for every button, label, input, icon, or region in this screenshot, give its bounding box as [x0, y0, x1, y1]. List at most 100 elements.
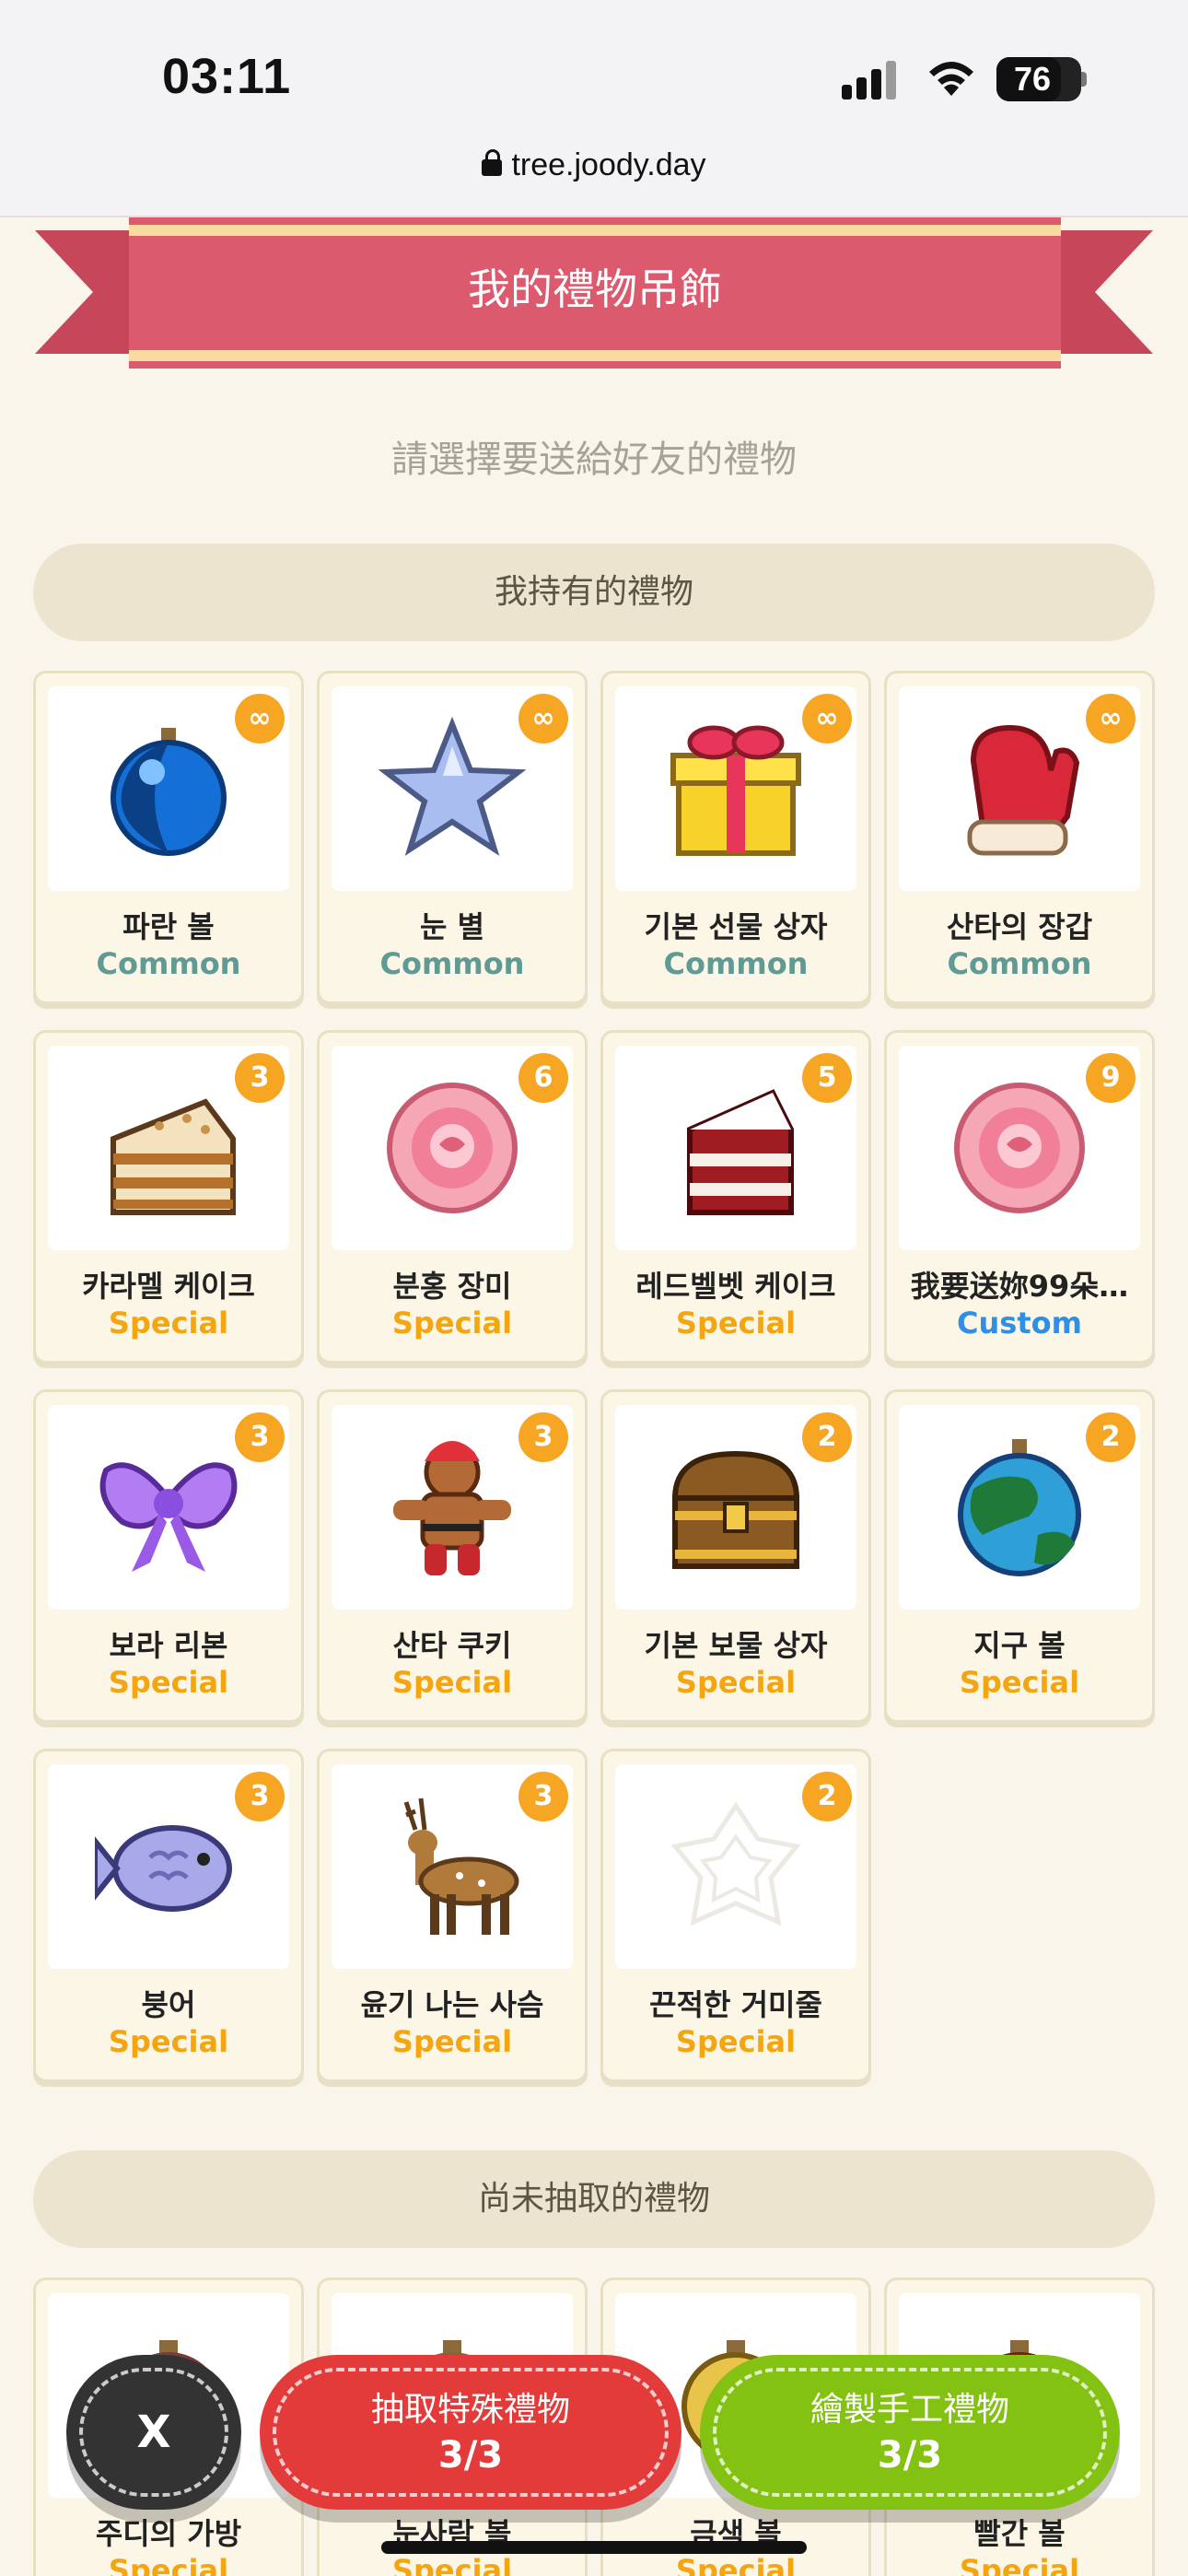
screen: 03:11 76 tree.joody.day 我的禮物吊飾 請選擇要送給好友的… — [0, 0, 1188, 2576]
gift-rarity: Special — [391, 1665, 513, 1700]
gift-name: 카라멜 케이크 — [82, 1269, 255, 1304]
red-velvet-cake-icon — [687, 1089, 794, 1215]
gift-card[interactable]: 3 윤기 나는 사슴 Special — [317, 1749, 588, 2082]
gift-rarity: Special — [675, 1306, 797, 1341]
gift-rarity: Special — [391, 2553, 513, 2576]
snow-star-icon — [379, 716, 526, 857]
status-time: 03:11 — [162, 49, 292, 104]
gift-rarity: Special — [675, 2553, 797, 2576]
gift-name: 붕어 — [141, 1987, 196, 2022]
address-bar[interactable]: tree.joody.day — [0, 147, 1188, 183]
draw-special-label: 抽取特殊禮物 — [370, 2391, 570, 2429]
gift-card[interactable]: ∞ 파란 볼 Common — [33, 671, 304, 1004]
draw-special-count: 3/3 — [437, 2434, 504, 2476]
gift-name: 눈 별 — [419, 909, 485, 944]
wifi-icon — [929, 62, 973, 96]
gift-name: 기본 보물 상자 — [644, 1628, 828, 1663]
gift-count-badge: 9 — [1086, 1053, 1136, 1103]
gift-count-badge: 3 — [235, 1412, 285, 1462]
gift-count-badge: 2 — [802, 1772, 852, 1821]
gift-box-icon — [670, 725, 801, 856]
gift-name: 我要送妳99朵… — [910, 1269, 1129, 1304]
gift-card[interactable]: 3 붕어 Special — [33, 1749, 304, 2082]
gift-count-badge: ∞ — [518, 694, 568, 744]
gift-card[interactable]: 2 지구 볼 Special — [884, 1389, 1155, 1723]
gift-name: 빨간 볼 — [973, 2516, 1066, 2551]
gift-name: 주디의 가방 — [95, 2516, 242, 2551]
gift-rarity: Special — [959, 1665, 1080, 1700]
pink-rose-icon — [954, 1083, 1085, 1213]
cellular-signal-icon — [842, 59, 899, 100]
craft-label: 繪製手工禮物 — [809, 2391, 1009, 2429]
gift-rarity: Common — [947, 946, 1092, 981]
gift-name: 산타 쿠키 — [392, 1628, 512, 1663]
santa-mitten-icon — [967, 724, 1080, 856]
close-icon: X — [136, 2406, 171, 2458]
gift-count-badge: ∞ — [235, 694, 285, 744]
gift-rarity: Common — [96, 946, 241, 981]
gift-card[interactable]: ∞ 눈 별 Common — [317, 671, 588, 1004]
draw-special-gift-button[interactable]: 抽取特殊禮物 3/3 — [260, 2355, 681, 2510]
gift-rarity: Custom — [957, 1306, 1082, 1341]
title-banner: 我的禮物吊飾 — [129, 217, 1061, 369]
battery-icon: 76 — [996, 57, 1087, 101]
gift-count-badge: 5 — [802, 1053, 852, 1103]
caramel-cake-icon — [111, 1098, 236, 1215]
gift-rarity: Common — [379, 946, 525, 981]
browser-status-bar: 03:11 76 tree.joody.day — [0, 0, 1188, 217]
gift-card[interactable]: 9 我要送妳99朵… Custom — [884, 1030, 1155, 1364]
gift-rarity: Special — [391, 1306, 513, 1341]
gift-count-badge: 2 — [802, 1412, 852, 1462]
pink-rose-icon — [387, 1083, 518, 1213]
owned-gifts-header: 我持有的禮物 — [33, 544, 1155, 641]
gingerbread-cookie-icon — [393, 1441, 511, 1575]
page-title: 我的禮物吊飾 — [468, 264, 722, 314]
treasure-chest-icon — [671, 1450, 800, 1569]
gift-card[interactable]: 6 분홍 장미 Special — [317, 1030, 588, 1364]
gift-name: 산타의 장갑 — [946, 909, 1093, 944]
gift-count-badge: 3 — [235, 1053, 285, 1103]
gift-card[interactable]: 2 기본 보물 상자 Special — [600, 1389, 871, 1723]
gift-name: 분홍 장미 — [392, 1269, 512, 1304]
gift-card[interactable]: 5 레드벨벳 케이크 Special — [600, 1030, 871, 1364]
fish-bread-icon — [95, 1825, 232, 1912]
gift-rarity: Special — [675, 2024, 797, 2059]
gift-count-badge: ∞ — [802, 694, 852, 744]
gift-card[interactable]: 2 끈적한 거미줄 Special — [600, 1749, 871, 2082]
gift-name: 보라 리본 — [109, 1628, 228, 1663]
gift-rarity: Special — [391, 2024, 513, 2059]
gift-count-badge: 3 — [518, 1772, 568, 1821]
gift-card[interactable]: 3 카라멜 케이크 Special — [33, 1030, 304, 1364]
craft-gift-button[interactable]: 繪製手工禮物 3/3 — [700, 2355, 1120, 2510]
blue-ornament-icon — [111, 728, 227, 856]
purple-ribbon-icon — [99, 1462, 238, 1572]
gift-rarity: Special — [108, 1665, 229, 1700]
spider-web-icon — [670, 1801, 801, 1926]
gift-rarity: Special — [959, 2553, 1080, 2576]
gift-name: 끈적한 거미줄 — [649, 1987, 822, 2022]
gift-count-badge: 3 — [518, 1412, 568, 1462]
page-subtitle: 請選擇要送給好友的禮物 — [391, 439, 797, 481]
gift-rarity: Special — [108, 2553, 229, 2576]
gift-name: 기본 선물 상자 — [644, 909, 828, 944]
gift-card[interactable]: 3 보라 리본 Special — [33, 1389, 304, 1723]
craft-count: 3/3 — [877, 2434, 943, 2476]
gift-rarity: Special — [108, 2024, 229, 2059]
gift-rarity: Common — [663, 946, 809, 981]
gift-count-badge: 2 — [1086, 1412, 1136, 1462]
gift-card[interactable]: ∞ 기본 선물 상자 Common — [600, 671, 871, 1004]
close-button[interactable]: X — [66, 2355, 241, 2510]
gift-rarity: Special — [675, 1665, 797, 1700]
gift-card[interactable]: ∞ 산타의 장갑 Common — [884, 671, 1155, 1004]
battery-level: 76 — [1013, 60, 1052, 98]
gift-name: 지구 볼 — [973, 1628, 1066, 1663]
gift-count-badge: 3 — [235, 1772, 285, 1821]
gift-name: 레드벨벳 케이크 — [635, 1269, 836, 1304]
undrawn-gifts-header: 尚未抽取的禮物 — [33, 2150, 1155, 2248]
earth-ornament-icon — [958, 1439, 1081, 1576]
deer-icon — [403, 1797, 519, 1935]
gift-card[interactable]: 3 산타 쿠키 Special — [317, 1389, 588, 1723]
gift-name: 윤기 나는 사슴 — [360, 1987, 544, 2022]
gift-name: 파란 볼 — [122, 909, 215, 944]
gift-rarity: Special — [108, 1306, 229, 1341]
